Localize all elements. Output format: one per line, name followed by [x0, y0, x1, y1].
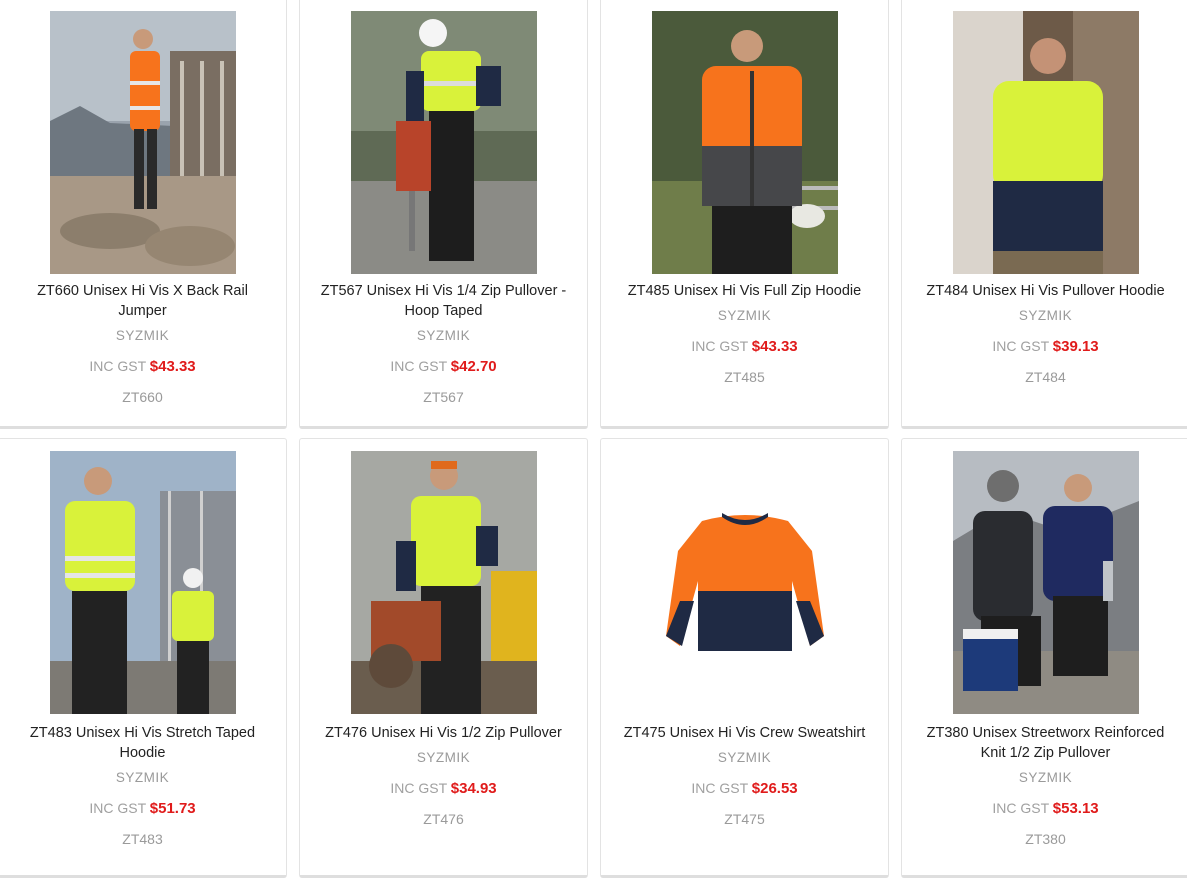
product-code: ZT660: [122, 389, 163, 405]
product-card[interactable]: ZT475 Unisex Hi Vis Crew Sweatshirt SYZM…: [600, 438, 889, 878]
product-price: $42.70: [450, 358, 497, 375]
product-title[interactable]: ZT484 Unisex Hi Vis Pullover Hoodie: [916, 281, 1175, 301]
product-code: ZT476: [423, 811, 464, 827]
gst-label: INC GST: [390, 358, 447, 374]
product-card[interactable]: ZT380 Unisex Streetworx Reinforced Knit …: [901, 438, 1187, 878]
product-brand: SYZMIK: [717, 750, 772, 765]
product-code: ZT483: [122, 831, 163, 847]
product-code: ZT485: [724, 369, 765, 385]
product-image[interactable]: [952, 11, 1139, 274]
product-code: ZT567: [423, 389, 464, 405]
product-title[interactable]: ZT567 Unisex Hi Vis 1/4 Zip Pullover - H…: [314, 281, 573, 321]
product-title[interactable]: ZT483 Unisex Hi Vis Stretch Taped Hoodie: [13, 723, 272, 763]
product-brand: SYZMIK: [416, 328, 471, 343]
product-image[interactable]: [952, 451, 1139, 714]
product-price: $26.53: [751, 780, 798, 797]
product-brand: SYZMIK: [1018, 770, 1073, 785]
gst-label: INC GST: [89, 358, 146, 374]
product-card[interactable]: ZT485 Unisex Hi Vis Full Zip Hoodie SYZM…: [600, 0, 889, 429]
product-price: $34.93: [450, 780, 497, 797]
product-price: $43.33: [751, 338, 798, 355]
product-brand: SYZMIK: [717, 308, 772, 323]
product-brand: SYZMIK: [115, 328, 170, 343]
gst-label: INC GST: [992, 338, 1049, 354]
product-image[interactable]: [651, 451, 838, 714]
product-brand: SYZMIK: [1018, 308, 1073, 323]
product-card[interactable]: ZT484 Unisex Hi Vis Pullover Hoodie SYZM…: [901, 0, 1187, 429]
product-price: $39.13: [1052, 338, 1099, 355]
product-image[interactable]: [651, 11, 838, 274]
gst-label: INC GST: [992, 800, 1049, 816]
product-image[interactable]: [350, 451, 537, 714]
product-title[interactable]: ZT380 Unisex Streetworx Reinforced Knit …: [916, 723, 1175, 763]
product-title[interactable]: ZT475 Unisex Hi Vis Crew Sweatshirt: [615, 723, 874, 743]
product-brand: SYZMIK: [115, 770, 170, 785]
gst-label: INC GST: [89, 800, 146, 816]
product-price: $43.33: [149, 358, 196, 375]
product-code: ZT380: [1025, 831, 1066, 847]
gst-label: INC GST: [691, 338, 748, 354]
gst-label: INC GST: [390, 780, 447, 796]
product-image[interactable]: [49, 451, 236, 714]
product-card[interactable]: ZT567 Unisex Hi Vis 1/4 Zip Pullover - H…: [299, 0, 588, 429]
product-code: ZT475: [724, 811, 765, 827]
product-grid: ZT660 Unisex Hi Vis X Back Rail Jumper S…: [0, 0, 1187, 878]
product-image[interactable]: [350, 11, 537, 274]
product-title[interactable]: ZT476 Unisex Hi Vis 1/2 Zip Pullover: [314, 723, 573, 743]
product-brand: SYZMIK: [416, 750, 471, 765]
product-card[interactable]: ZT483 Unisex Hi Vis Stretch Taped Hoodie…: [0, 438, 287, 878]
product-title[interactable]: ZT485 Unisex Hi Vis Full Zip Hoodie: [615, 281, 874, 301]
product-image[interactable]: [49, 11, 236, 274]
product-card[interactable]: ZT660 Unisex Hi Vis X Back Rail Jumper S…: [0, 0, 287, 429]
product-price: $51.73: [149, 800, 196, 817]
gst-label: INC GST: [691, 780, 748, 796]
product-code: ZT484: [1025, 369, 1066, 385]
product-title[interactable]: ZT660 Unisex Hi Vis X Back Rail Jumper: [13, 281, 272, 321]
product-card[interactable]: ZT476 Unisex Hi Vis 1/2 Zip Pullover SYZ…: [299, 438, 588, 878]
product-price: $53.13: [1052, 800, 1099, 817]
